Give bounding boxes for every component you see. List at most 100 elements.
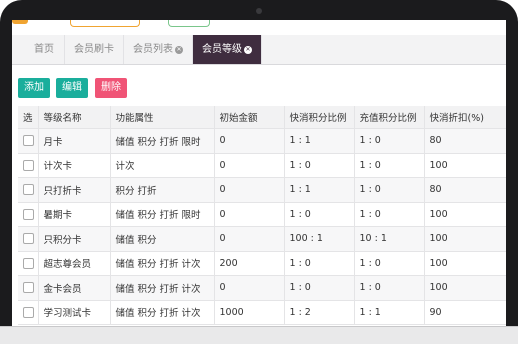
level-name-cell: 超志尊会员 — [38, 251, 111, 276]
row-checkbox[interactable] — [23, 257, 34, 269]
features-cell: 储值 积分 打折 计次 — [110, 275, 215, 301]
features-cell: 积分 打折 — [110, 177, 215, 203]
tab-member-level[interactable]: 会员等级 ✕ — [193, 35, 262, 64]
row-select-cell — [18, 251, 39, 276]
discount-cell: 100 — [424, 251, 506, 276]
features-cell: 储值 积分 打折 限时 — [110, 128, 215, 154]
header-spend-points-ratio: 快消积分比例 — [284, 106, 355, 129]
row-select-cell — [18, 202, 39, 227]
features-cell: 计次 — [110, 153, 215, 178]
initial-amount-cell: 0 — [214, 153, 285, 178]
spend-ratio-cell: 1 : 0 — [284, 153, 355, 178]
level-name-cell: 金卡会员 — [38, 275, 111, 301]
level-name-cell: 计次卡 — [38, 153, 111, 178]
tab-member-list[interactable]: 会员列表 ✕ — [124, 35, 193, 64]
spend-ratio-cell: 100 : 1 — [284, 226, 355, 252]
level-name-cell: 月卡 — [38, 128, 111, 154]
top-header — [12, 20, 506, 35]
recharge-ratio-cell: 1 : 0 — [354, 202, 425, 227]
discount-cell: 90 — [424, 300, 506, 325]
camera-icon — [256, 8, 262, 14]
tab-bar: 首页 会员刷卡 会员列表 ✕ 会员等级 ✕ — [12, 35, 506, 65]
table-row[interactable]: 只打折卡 积分 打折 0 1 : 1 1 : 0 80 — [18, 177, 506, 203]
header-pill-button[interactable] — [70, 20, 140, 27]
row-select-cell — [18, 128, 39, 154]
initial-amount-cell: 0 — [214, 128, 285, 154]
logo-icon — [12, 20, 28, 24]
level-name-cell: 暑期卡 — [38, 202, 111, 227]
spend-ratio-cell: 1 : 1 — [284, 177, 355, 203]
recharge-ratio-cell: 1 : 0 — [354, 128, 425, 154]
recharge-ratio-cell: 1 : 1 — [354, 300, 425, 325]
row-select-cell — [18, 177, 39, 203]
header-select: 选 — [18, 106, 39, 129]
row-checkbox[interactable] — [23, 184, 34, 196]
close-icon[interactable]: ✕ — [244, 46, 252, 54]
edit-button[interactable]: 编辑 — [56, 78, 88, 98]
header-initial-amount: 初始金额 — [214, 106, 285, 129]
initial-amount-cell: 0 — [214, 202, 285, 227]
table-row[interactable]: 超志尊会员 储值 积分 打折 计次 200 1 : 0 1 : 0 100 — [18, 251, 506, 276]
recharge-ratio-cell: 1 : 0 — [354, 177, 425, 203]
row-checkbox[interactable] — [23, 135, 34, 147]
discount-cell: 80 — [424, 177, 506, 203]
discount-cell: 100 — [424, 202, 506, 227]
initial-amount-cell: 0 — [214, 177, 285, 203]
tab-label: 首页 — [34, 44, 54, 55]
row-select-cell — [18, 153, 39, 178]
recharge-ratio-cell: 1 : 0 — [354, 251, 425, 276]
discount-cell: 80 — [424, 128, 506, 154]
level-name-cell: 只积分卡 — [38, 226, 111, 252]
table-row[interactable]: 暑期卡 储值 积分 打折 限时 0 1 : 0 1 : 0 100 — [18, 202, 506, 227]
features-cell: 储值 积分 打折 计次 — [110, 300, 215, 325]
features-cell: 储值 积分 — [110, 226, 215, 252]
features-cell: 储值 积分 打折 计次 — [110, 251, 215, 276]
recharge-ratio-cell: 1 : 0 — [354, 275, 425, 301]
initial-amount-cell: 0 — [214, 275, 285, 301]
initial-amount-cell: 200 — [214, 251, 285, 276]
level-name-cell: 学习测试卡 — [38, 300, 111, 325]
table-row[interactable]: 金卡会员 储值 积分 打折 计次 0 1 : 0 1 : 0 100 — [18, 275, 506, 301]
row-select-cell — [18, 300, 39, 325]
header-recharge-points-ratio: 充值积分比例 — [354, 106, 425, 129]
level-name-cell: 只打折卡 — [38, 177, 111, 203]
table-row[interactable]: 只积分卡 储值 积分 0 100 : 1 10 : 1 100 — [18, 226, 506, 252]
spend-ratio-cell: 1 : 0 — [284, 275, 355, 301]
spend-ratio-cell: 1 : 0 — [284, 202, 355, 227]
discount-cell: 100 — [424, 226, 506, 252]
row-checkbox[interactable] — [23, 208, 34, 220]
spend-ratio-cell: 1 : 0 — [284, 251, 355, 276]
row-checkbox[interactable] — [23, 159, 34, 171]
tab-label: 会员列表 — [133, 44, 173, 55]
close-icon[interactable]: ✕ — [175, 46, 183, 54]
table-row[interactable]: 计次卡 计次 0 1 : 0 1 : 0 100 — [18, 153, 506, 178]
member-level-table: 选 等级名称 功能属性 初始金额 快消积分比例 充值积分比例 快消折扣(%) 月… — [18, 106, 506, 325]
initial-amount-cell: 1000 — [214, 300, 285, 325]
spend-ratio-cell: 1 : 2 — [284, 300, 355, 325]
row-checkbox[interactable] — [23, 306, 34, 318]
tab-label: 会员等级 — [202, 44, 242, 55]
discount-cell: 100 — [424, 153, 506, 178]
laptop-base — [0, 326, 518, 344]
tab-label: 会员刷卡 — [74, 44, 114, 55]
row-select-cell — [18, 226, 39, 252]
discount-cell: 100 — [424, 275, 506, 301]
spend-ratio-cell: 1 : 1 — [284, 128, 355, 154]
row-checkbox[interactable] — [23, 282, 34, 294]
app-screen: 首页 会员刷卡 会员列表 ✕ 会员等级 ✕ 添加 编辑 删除 选 等级名称 功能属性… — [12, 20, 506, 326]
header-features: 功能属性 — [110, 106, 215, 129]
add-button[interactable]: 添加 — [18, 78, 50, 98]
row-select-cell — [18, 275, 39, 301]
delete-button[interactable]: 删除 — [95, 78, 127, 98]
tab-member-swipe[interactable]: 会员刷卡 — [65, 35, 124, 64]
header-level-name: 等级名称 — [38, 106, 111, 129]
header-pill-button-green[interactable] — [168, 20, 210, 27]
tab-home[interactable]: 首页 — [24, 35, 65, 64]
features-cell: 储值 积分 打折 限时 — [110, 202, 215, 227]
recharge-ratio-cell: 10 : 1 — [354, 226, 425, 252]
header-discount: 快消折扣(%) — [424, 106, 506, 129]
row-checkbox[interactable] — [23, 233, 34, 245]
initial-amount-cell: 0 — [214, 226, 285, 252]
table-row[interactable]: 月卡 储值 积分 打折 限时 0 1 : 1 1 : 0 80 — [18, 128, 506, 154]
table-row[interactable]: 学习测试卡 储值 积分 打折 计次 1000 1 : 2 1 : 1 90 — [18, 300, 506, 325]
